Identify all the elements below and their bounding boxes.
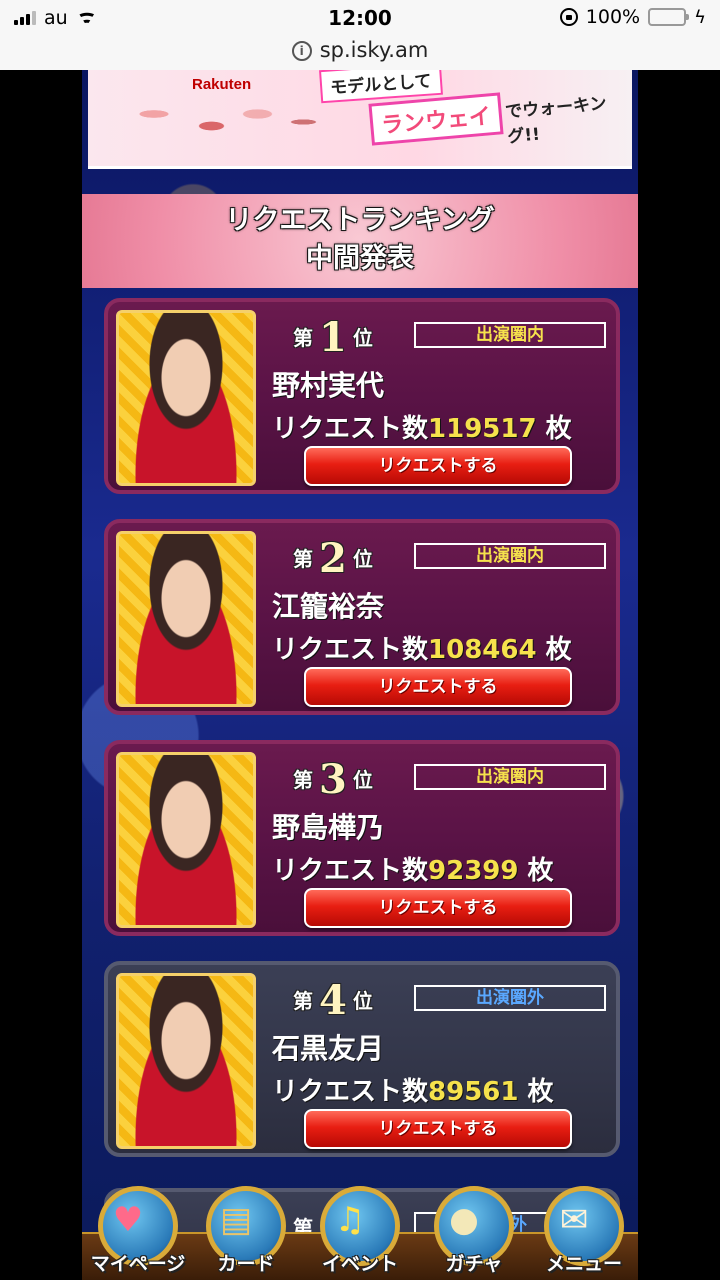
nav-menu[interactable]: ✉ メニュー: [534, 1180, 634, 1276]
request-count: リクエスト数92399 枚: [272, 856, 554, 886]
rakuten-logo: Rakuten: [192, 76, 252, 93]
status-badge: 出演圏外: [414, 985, 606, 1011]
nav-label: マイページ: [90, 1253, 186, 1275]
rank-label: 第1位: [293, 314, 373, 361]
rank-number: 1: [319, 314, 347, 361]
ranking-card-4: 第4位 出演圏外 石黒友月 リクエスト数89561 枚 リクエストする: [104, 961, 620, 1157]
status-right: 100% ϟ: [559, 6, 706, 28]
banner-illustration: [108, 82, 338, 162]
request-count: リクエスト数108464 枚: [272, 635, 572, 665]
rank-label: 第3位: [293, 756, 373, 803]
request-count-value: 92399: [428, 856, 519, 886]
page-content: Rakuten モデルとして ランウェイ でウォーキング!! リクエストランキン…: [82, 70, 638, 1280]
bottom-nav: ♥ マイページ ▤ カード ♫ イベント ● ガチャ ✉ メニュー: [82, 1180, 638, 1280]
request-count-value: 108464: [428, 635, 537, 665]
url-bar[interactable]: i sp.isky.am: [0, 36, 720, 70]
request-count: リクエスト数89561 枚: [272, 1077, 554, 1107]
nav-event[interactable]: ♫ イベント: [310, 1180, 410, 1276]
nav-label: メニュー: [545, 1253, 622, 1275]
url-text: sp.isky.am: [319, 38, 429, 62]
request-count-value: 89561: [428, 1077, 519, 1107]
ranking-header: リクエストランキング 中間発表: [82, 194, 638, 288]
rank-number: 4: [319, 977, 347, 1024]
request-count-value: 119517: [428, 414, 537, 444]
nav-label: カード: [217, 1253, 275, 1275]
member-photo[interactable]: [116, 973, 256, 1149]
request-button[interactable]: リクエストする: [304, 888, 572, 928]
request-count: リクエスト数119517 枚: [272, 414, 572, 444]
rank-number: 2: [319, 535, 347, 582]
nav-mypage[interactable]: ♥ マイページ: [88, 1180, 188, 1276]
nav-label: ガチャ: [445, 1253, 503, 1275]
info-icon[interactable]: i: [291, 41, 312, 61]
menu-letter-icon: ✉: [559, 1200, 589, 1240]
status-badge: 出演圏内: [414, 764, 606, 790]
rank-label: 第4位: [293, 977, 373, 1024]
battery-icon: [648, 8, 690, 26]
charging-icon: ϟ: [694, 6, 706, 28]
rotation-lock-icon: [559, 8, 578, 26]
battery-percent: 100%: [585, 6, 641, 28]
member-name: 江籠裕奈: [272, 590, 385, 623]
status-bar: au 12:00 100% ϟ: [0, 0, 720, 36]
member-photo[interactable]: [116, 310, 256, 486]
cards-icon: ▤: [219, 1200, 253, 1240]
member-photo[interactable]: [116, 752, 256, 928]
member-photo[interactable]: [116, 531, 256, 707]
nav-label: イベント: [321, 1253, 398, 1275]
request-button[interactable]: リクエストする: [304, 667, 572, 707]
ranking-title: リクエストランキング: [225, 205, 495, 236]
banner-runway: ランウェイ: [368, 92, 504, 146]
request-button[interactable]: リクエストする: [304, 1109, 572, 1149]
status-badge: 出演圏内: [414, 543, 606, 569]
crystal-ball-icon: ●: [449, 1200, 479, 1240]
nav-card[interactable]: ▤ カード: [196, 1180, 296, 1276]
member-name: 野村実代: [272, 369, 385, 402]
ranking-card-3: 第3位 出演圏内 野島樺乃 リクエスト数92399 枚 リクエストする: [104, 740, 620, 936]
rank-number: 3: [319, 756, 347, 803]
rank-label: 第2位: [293, 535, 373, 582]
ranking-card-2: 第2位 出演圏内 江籠裕奈 リクエスト数108464 枚 リクエストする: [104, 519, 620, 715]
music-note-icon: ♫: [334, 1200, 366, 1240]
member-name: 石黒友月: [272, 1032, 385, 1065]
banner-runway-suffix: でウォーキング!!: [504, 93, 608, 148]
member-name: 野島樺乃: [272, 811, 385, 844]
nav-gacha[interactable]: ● ガチャ: [424, 1180, 524, 1276]
status-badge: 出演圏内: [414, 322, 606, 348]
ranking-card-1: 第1位 出演圏内 野村実代 リクエスト数119517 枚 リクエストする: [104, 298, 620, 494]
ranking-subtitle: 中間発表: [306, 243, 414, 274]
heart-gift-icon: ♥: [112, 1200, 144, 1240]
promo-banner[interactable]: Rakuten モデルとして ランウェイ でウォーキング!!: [88, 70, 632, 169]
request-button[interactable]: リクエストする: [304, 446, 572, 486]
